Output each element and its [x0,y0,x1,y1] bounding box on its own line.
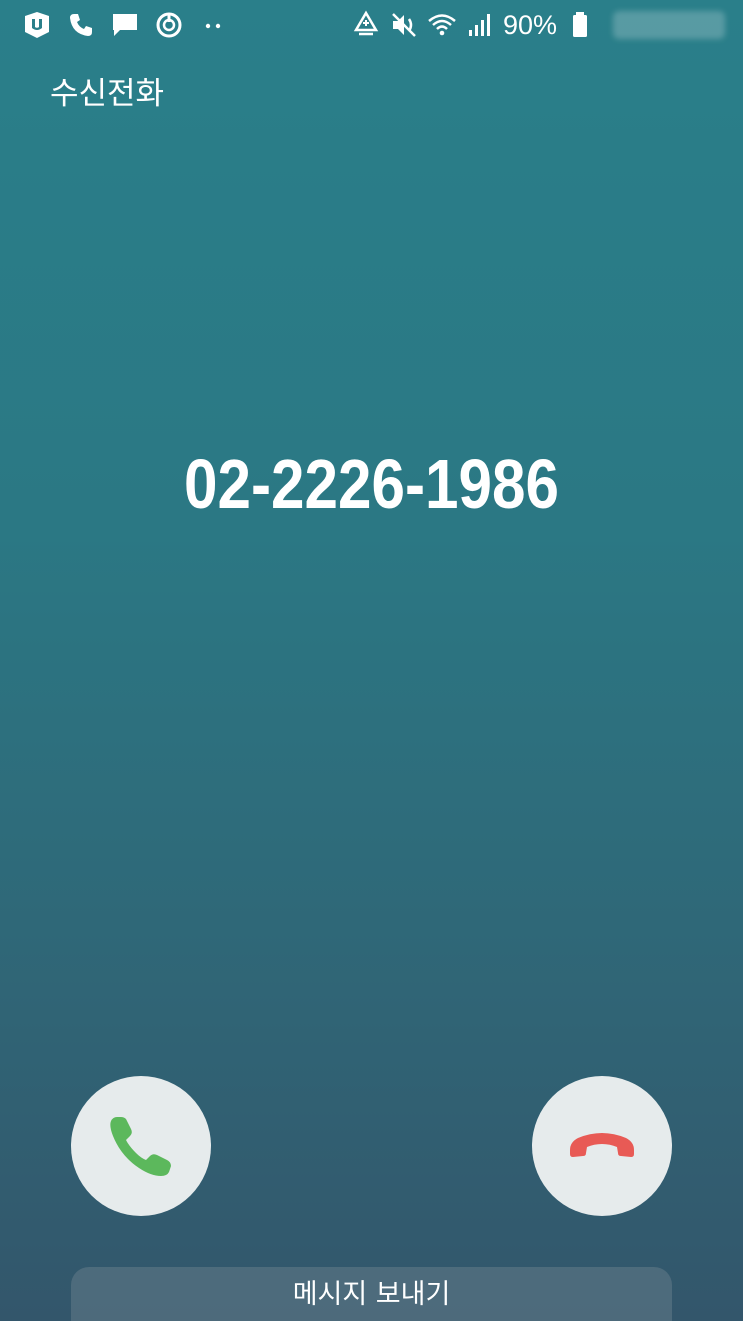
phone-decline-icon [570,1133,634,1157]
signal-icon [465,10,495,40]
battery-percent: 90% [502,10,557,40]
status-left-icons [22,10,228,40]
vibrate-mute-icon [389,10,419,40]
data-saver-icon [351,10,381,40]
send-message-button[interactable]: 메시지 보내기 [71,1267,672,1321]
decline-call-button[interactable] [532,1076,672,1216]
phone-accept-icon [110,1117,171,1176]
status-bar: 90% [0,0,743,52]
sync-icon [154,10,184,40]
phone-icon [66,10,96,40]
accept-call-button[interactable] [71,1076,211,1216]
more-dots-icon [198,10,228,40]
send-message-label: 메시지 보내기 [292,1279,451,1310]
caller-phone-number: 02-2226-1986 [184,445,559,523]
app-u-icon [22,10,52,40]
status-time-blurred [613,11,725,39]
incoming-call-label: 수신전화 [50,76,165,112]
battery-icon [565,10,595,40]
status-right-icons: 90% [351,10,725,40]
message-icon [110,10,140,40]
wifi-icon [427,10,457,40]
